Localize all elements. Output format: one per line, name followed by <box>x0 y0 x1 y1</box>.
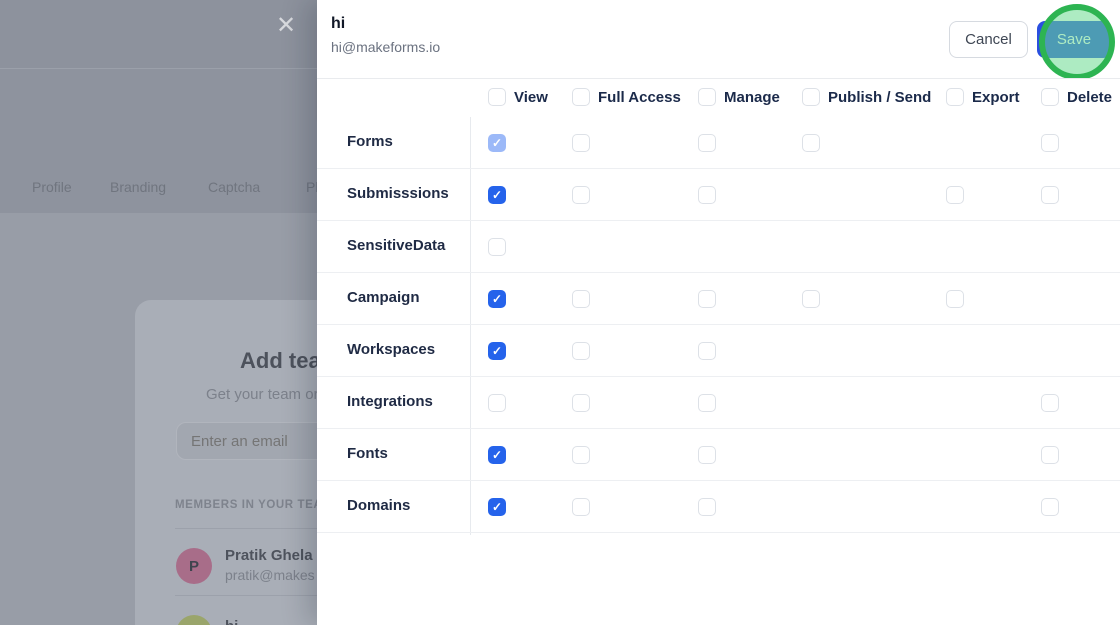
check-icon: ✓ <box>491 292 503 306</box>
permissions-table: Forms ✓ Submisssions ✓ SensitiveData Campaign… <box>317 117 1120 535</box>
row-label: Forms <box>347 133 393 150</box>
checkbox-submisssions-manage[interactable] <box>698 186 716 204</box>
check-icon: ✓ <box>491 188 503 202</box>
members-section-label: MEMBERS IN YOUR TEA <box>175 499 323 511</box>
close-icon: ✕ <box>276 12 297 39</box>
checkbox-submisssions-view[interactable]: ✓ <box>488 186 506 204</box>
check-icon: ✓ <box>491 344 503 358</box>
permissions-drawer: hi hi@makeforms.io Cancel Save View Full … <box>317 0 1120 625</box>
checkbox-campaign-full-access[interactable] <box>572 290 590 308</box>
row-label: Domains <box>347 497 411 514</box>
tab-branding: Branding <box>110 179 167 195</box>
table-row: Domains ✓ <box>317 481 1120 533</box>
checkbox-integrations-view[interactable] <box>488 394 506 412</box>
check-icon: ✓ <box>491 448 503 462</box>
checkbox-fonts-delete[interactable] <box>1041 446 1059 464</box>
save-button[interactable]: Save <box>1037 21 1111 58</box>
table-row: Campaign ✓ <box>317 273 1120 325</box>
row-label: Fonts <box>347 445 388 462</box>
check-icon: ✓ <box>491 500 503 514</box>
check-icon: ✓ <box>491 136 503 150</box>
drawer-subtitle: hi@makeforms.io <box>331 39 441 55</box>
column-label-full-access: Full Access <box>598 88 681 106</box>
checkbox-forms-manage[interactable] <box>698 134 716 152</box>
checkbox-column-full-access[interactable] <box>572 88 590 106</box>
avatar: P <box>176 548 212 584</box>
checkbox-domains-manage[interactable] <box>698 498 716 516</box>
drawer-title: hi <box>331 15 346 32</box>
checkbox-submisssions-delete[interactable] <box>1041 186 1059 204</box>
tab-profile: Profile <box>32 179 72 195</box>
checkbox-campaign-manage[interactable] <box>698 290 716 308</box>
checkbox-workspaces-full-access[interactable] <box>572 342 590 360</box>
modal-backdrop[interactable]: ✕ Profile Branding Captcha Pl Add team Get … <box>0 0 455 625</box>
avatar <box>176 615 212 625</box>
checkbox-campaign-view[interactable]: ✓ <box>488 290 506 308</box>
tab-captcha: Captcha <box>208 179 261 195</box>
checkbox-sensitivedata-view[interactable] <box>488 238 506 256</box>
checkbox-column-manage[interactable] <box>698 88 716 106</box>
checkbox-submisssions-full-access[interactable] <box>572 186 590 204</box>
checkbox-column-delete[interactable] <box>1041 88 1059 106</box>
checkbox-fonts-full-access[interactable] <box>572 446 590 464</box>
column-label-delete: Delete <box>1067 88 1113 106</box>
row-label: Submisssions <box>347 185 449 202</box>
checkbox-campaign-export[interactable] <box>946 290 964 308</box>
checkbox-integrations-manage[interactable] <box>698 394 716 412</box>
checkbox-forms-view[interactable]: ✓ <box>488 134 506 152</box>
checkbox-workspaces-view[interactable]: ✓ <box>488 342 506 360</box>
table-row: Submisssions ✓ <box>317 169 1120 221</box>
checkbox-forms-publish-send[interactable] <box>802 134 820 152</box>
checkbox-campaign-publish-send[interactable] <box>802 290 820 308</box>
column-label-publish-send: Publish / Send <box>828 88 932 106</box>
checkbox-column-export[interactable] <box>946 88 964 106</box>
member-name: Pratik Ghela <box>225 547 313 564</box>
checkbox-column-publish-send[interactable] <box>802 88 820 106</box>
checkbox-domains-full-access[interactable] <box>572 498 590 516</box>
row-label: SensitiveData <box>347 237 446 254</box>
checkbox-fonts-manage[interactable] <box>698 446 716 464</box>
column-label-manage: Manage <box>724 88 780 106</box>
checkbox-column-view[interactable] <box>488 88 506 106</box>
column-label-export: Export <box>972 88 1020 106</box>
row-label: Campaign <box>347 289 420 306</box>
checkbox-submisssions-export[interactable] <box>946 186 964 204</box>
checkbox-integrations-delete[interactable] <box>1041 394 1059 412</box>
member-email: pratik@makes <box>225 567 315 583</box>
checkbox-domains-view[interactable]: ✓ <box>488 498 506 516</box>
checkbox-forms-delete[interactable] <box>1041 134 1059 152</box>
add-team-subtitle: Get your team or <box>206 386 319 403</box>
table-row: Integrations <box>317 377 1120 429</box>
screen: ✕ Profile Branding Captcha Pl Add team Get … <box>0 0 1120 625</box>
checkbox-forms-full-access[interactable] <box>572 134 590 152</box>
cancel-button[interactable]: Cancel <box>949 21 1028 58</box>
column-label-view: View <box>514 88 548 106</box>
checkbox-integrations-full-access[interactable] <box>572 394 590 412</box>
checkbox-workspaces-manage[interactable] <box>698 342 716 360</box>
table-row: Forms ✓ <box>317 117 1120 169</box>
checkbox-fonts-view[interactable]: ✓ <box>488 446 506 464</box>
table-row: Fonts ✓ <box>317 429 1120 481</box>
table-row: Workspaces ✓ <box>317 325 1120 377</box>
row-label: Workspaces <box>347 341 436 358</box>
row-label: Integrations <box>347 393 433 410</box>
dimmed-modal-header <box>0 0 317 68</box>
checkbox-domains-delete[interactable] <box>1041 498 1059 516</box>
table-row: SensitiveData <box>317 221 1120 273</box>
permissions-column-header: View Full Access Manage Publish / Send Expor… <box>317 79 1120 118</box>
member-name: hi <box>225 618 238 625</box>
